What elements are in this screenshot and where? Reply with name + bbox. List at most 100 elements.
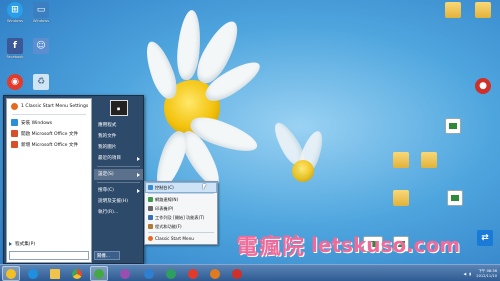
- watermark: 電瘋院 letskuso.com: [236, 230, 460, 260]
- document-icon: [445, 118, 461, 134]
- app-icon: [94, 268, 104, 279]
- user-icon: ☺: [33, 38, 49, 54]
- submenu-item-taskbar[interactable]: 工作列及 [開始] 功能表(T): [146, 213, 216, 222]
- arrow-right-icon: [9, 241, 12, 246]
- start-menu-left-pane: 1 Classic Start Menu Settings 安裝 Windows…: [6, 98, 92, 263]
- taskbar-button-ie[interactable]: [24, 266, 42, 281]
- start-menu: 1 Classic Start Menu Settings 安裝 Windows…: [3, 95, 144, 264]
- desktop-icon-app[interactable]: ●: [470, 78, 496, 94]
- app-icon: [210, 268, 220, 279]
- search-input[interactable]: [9, 251, 89, 260]
- avatar[interactable]: ◼: [109, 100, 128, 116]
- submenu-item-programs[interactable]: 程式和功能(F): [146, 222, 216, 231]
- menu-item-recent-items[interactable]: 最近的項目: [94, 153, 143, 164]
- desktop-icon-folder[interactable]: [388, 190, 414, 206]
- system-tray: ◀ ▮ 下午 08:36 2012/11/10: [464, 266, 497, 281]
- taskbar-button-explorer[interactable]: [46, 266, 64, 281]
- network-icon: [148, 197, 153, 202]
- settings-submenu: 控制台(C) 網路連線(N) 印表機(P) 工作列及 [開始] 功能表(T) 程…: [144, 181, 218, 245]
- programs-icon: [148, 224, 153, 229]
- menu-item-my-documents[interactable]: 我的文件: [94, 131, 143, 142]
- shutdown-button[interactable]: 關機...: [94, 251, 120, 260]
- volume-icon[interactable]: ◀: [464, 272, 467, 276]
- submenu-item-classic-start-menu[interactable]: Classic Start Menu: [146, 234, 216, 243]
- pinned-programs: 1 Classic Start Menu Settings 安裝 Windows…: [7, 99, 91, 152]
- start-icon: [6, 268, 16, 279]
- printer-icon: [148, 206, 153, 211]
- office-icon: [11, 141, 18, 148]
- taskbar-button-app[interactable]: [90, 266, 108, 281]
- windows-icon: ⊞: [7, 2, 23, 18]
- menu-item-help[interactable]: 說明及支援(H): [94, 196, 143, 207]
- desktop-icon-app[interactable]: ◉: [2, 74, 28, 90]
- start-button[interactable]: [2, 266, 20, 281]
- flower-petal: [140, 38, 182, 102]
- office-icon: [11, 130, 18, 137]
- desktop-icon-computer[interactable]: ▭ Windows: [28, 2, 54, 23]
- watermark-chinese: 電瘋院: [236, 234, 306, 260]
- document-icon: [447, 190, 463, 206]
- start-menu-right-pane: ◼ 應用程式 我的文件 我的圖片 最近的項目 設定(S) 搜尋(C) 說明及支援…: [94, 98, 143, 263]
- app-icon: [144, 268, 154, 279]
- taskbar-button-app[interactable]: [116, 266, 134, 281]
- desktop-icon-windows[interactable]: ⊞ Windows: [2, 2, 28, 23]
- mouse-cursor-icon: [203, 184, 206, 190]
- menu-item-new-office-doc[interactable]: 新增 Microsoft Office 文件: [9, 139, 89, 150]
- app-icon: [166, 268, 176, 279]
- desktop-icon-user[interactable]: ☺: [28, 38, 54, 54]
- submenu-item-network[interactable]: 網路連線(N): [146, 195, 216, 204]
- taskbar-button-chrome[interactable]: [68, 266, 86, 281]
- recycle-bin-icon: ♻: [33, 74, 49, 90]
- menu-item-classic-settings[interactable]: 1 Classic Start Menu Settings: [9, 101, 89, 112]
- desktop-icon-document[interactable]: [442, 190, 468, 206]
- desktop-icon-teamviewer[interactable]: ⇄: [472, 230, 498, 246]
- desktop-icon-recycle-bin[interactable]: ♻: [28, 74, 54, 90]
- menu-item-my-pictures[interactable]: 我的圖片: [94, 142, 143, 153]
- desktop-icon-folder[interactable]: [416, 152, 442, 168]
- divider: [148, 232, 214, 233]
- desktop-icon-folder[interactable]: [388, 152, 414, 168]
- folder-icon: [445, 2, 461, 18]
- ie-icon: [28, 268, 38, 279]
- watermark-english: letskuso.com: [311, 233, 461, 257]
- taskbar: ◀ ▮ 下午 08:36 2012/11/10: [0, 264, 500, 281]
- monitor-icon: ▭: [33, 2, 49, 18]
- taskbar-button-app[interactable]: [140, 266, 158, 281]
- clock[interactable]: 下午 08:36 2012/11/10: [476, 269, 497, 278]
- flower-center-small: [292, 160, 314, 182]
- control-panel-icon: [148, 185, 153, 190]
- folder-icon: [393, 190, 409, 206]
- teamviewer-icon: ⇄: [477, 230, 493, 246]
- network-icon[interactable]: ▮: [469, 272, 471, 276]
- taskbar-button-app[interactable]: [228, 266, 246, 281]
- desktop-icon-facebook[interactable]: f Facebook: [2, 38, 28, 59]
- menu-item-settings[interactable]: 設定(S): [94, 169, 143, 180]
- desktop-icon-folder[interactable]: [440, 2, 466, 18]
- app-icon: [120, 268, 130, 279]
- app-icon: [232, 268, 242, 279]
- desktop-icon-document[interactable]: [440, 118, 466, 134]
- all-programs-button[interactable]: 程式集(P): [9, 239, 35, 248]
- taskbar-button-app[interactable]: [184, 266, 202, 281]
- app-icon: ●: [475, 78, 491, 94]
- taskbar-button-app[interactable]: [162, 266, 180, 281]
- chrome-icon: [72, 268, 82, 279]
- folder-icon: [421, 152, 437, 168]
- explorer-icon: [50, 268, 60, 279]
- folder-icon: [393, 152, 409, 168]
- menu-item-open-office-doc[interactable]: 開啟 Microsoft Office 文件: [9, 128, 89, 139]
- submenu-item-printers[interactable]: 印表機(P): [146, 204, 216, 213]
- divider: [97, 182, 140, 183]
- facebook-icon: f: [7, 38, 23, 54]
- menu-item-apps[interactable]: 應用程式: [94, 120, 143, 131]
- desktop-icon-folder[interactable]: [470, 2, 496, 18]
- settings-icon: [11, 103, 18, 110]
- taskbar-button-app[interactable]: [206, 266, 224, 281]
- folder-icon: [475, 2, 491, 18]
- menu-item-run[interactable]: 執行(R)...: [94, 207, 143, 218]
- divider: [97, 166, 140, 167]
- menu-item-search[interactable]: 搜尋(C): [94, 185, 143, 196]
- divider: [12, 114, 86, 115]
- windows-icon: [11, 119, 18, 126]
- menu-item-install-windows[interactable]: 安裝 Windows: [9, 117, 89, 128]
